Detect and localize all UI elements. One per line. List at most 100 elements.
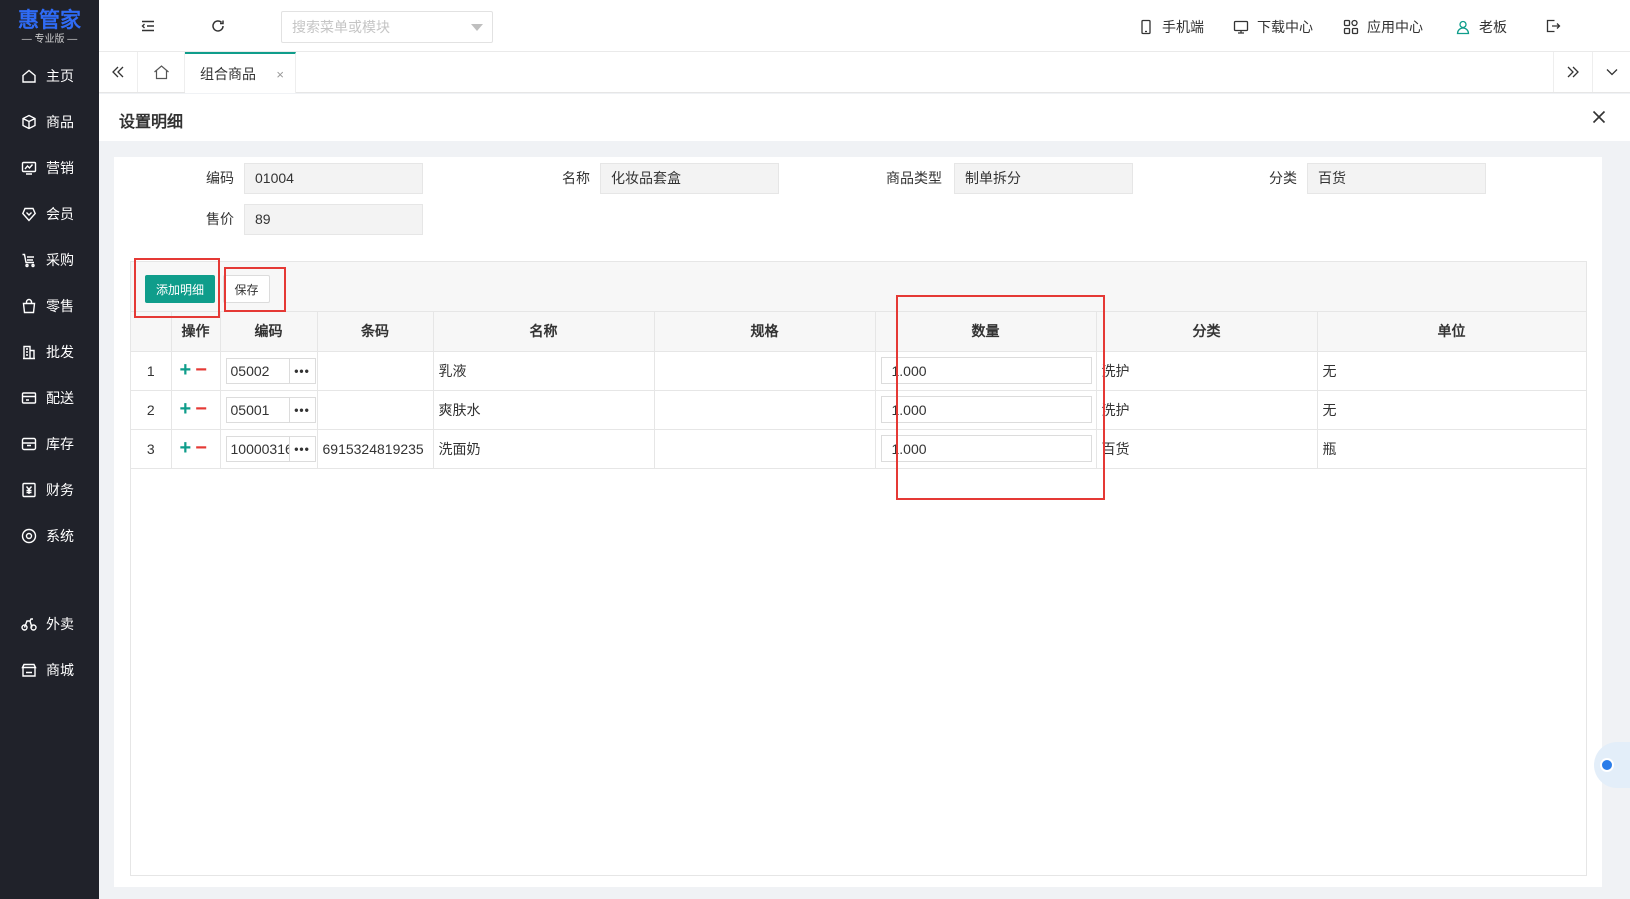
sidebar-item-purchase[interactable]: 采购 xyxy=(0,240,99,280)
code-field: 01004 xyxy=(244,163,423,194)
code-cell: ••• xyxy=(220,429,318,469)
table-row: 2 +− ••• 爽肤水 洗护 无 xyxy=(131,390,1587,430)
unit-cell: 瓶 xyxy=(1317,429,1587,469)
row-number: 2 xyxy=(131,390,172,430)
user-name: 老板 xyxy=(1479,19,1507,35)
unit-cell: 无 xyxy=(1317,390,1587,430)
column-header[interactable]: 编码 xyxy=(220,312,318,352)
name-field: 化妆品套盒 xyxy=(600,163,779,194)
mall-icon xyxy=(21,663,37,677)
column-header[interactable]: 数量 xyxy=(875,312,1097,352)
sidebar-item-inventory[interactable]: 库存 xyxy=(0,424,99,464)
sidebar: 惠管家 — 专业版 — 主页 商品 营销 会员 采购 零售 批发 配送 库存 财… xyxy=(0,0,99,899)
spec-cell xyxy=(654,351,876,391)
purchase-icon xyxy=(22,253,35,268)
home-icon xyxy=(22,69,36,83)
edition-label: — 专业版 — xyxy=(21,34,78,45)
apps-grid-icon xyxy=(1343,19,1359,35)
column-header xyxy=(131,312,172,352)
remove-row-icon[interactable]: − xyxy=(195,398,207,420)
remove-row-icon[interactable]: − xyxy=(195,437,207,459)
tab-scroll-right-icon[interactable] xyxy=(1553,52,1591,92)
menu-search-select[interactable] xyxy=(281,11,493,43)
refresh-icon[interactable] xyxy=(206,14,230,38)
quantity-input[interactable] xyxy=(880,357,1092,384)
sidebar-item-goods[interactable]: 商品 xyxy=(0,102,99,142)
tab-home[interactable] xyxy=(137,52,185,92)
add-detail-button[interactable]: 添加明细 xyxy=(145,275,215,303)
qty-cell xyxy=(875,390,1097,430)
chevron-down-icon[interactable] xyxy=(471,24,483,31)
sidebar-item-retail[interactable]: 零售 xyxy=(0,286,99,326)
detail-header: 设置明细 xyxy=(99,94,1630,141)
app-logo[interactable]: 惠管家 — 专业版 — xyxy=(12,8,87,46)
price-field: 89 xyxy=(244,204,423,235)
close-icon[interactable] xyxy=(1586,104,1612,130)
tab-scroll-left-icon[interactable] xyxy=(99,52,137,92)
sidebar-item-label: 营销 xyxy=(46,160,74,176)
add-row-icon[interactable]: + xyxy=(180,437,192,459)
category-cell: 百货 xyxy=(1096,429,1318,469)
wholesale-icon xyxy=(23,345,35,360)
detail-table: 操作 编码 条码 名称 规格 数量 分类 单位 1 +− ••• 乳液 xyxy=(131,312,1587,469)
category-field: 百货 xyxy=(1307,163,1486,194)
mobile-label: 手机端 xyxy=(1162,19,1204,35)
column-header[interactable]: 规格 xyxy=(654,312,876,352)
more-icon[interactable]: ••• xyxy=(288,435,316,462)
add-row-icon[interactable]: + xyxy=(180,398,192,420)
tab-close-icon[interactable]: × xyxy=(276,67,284,82)
spec-cell xyxy=(654,429,876,469)
more-icon[interactable]: ••• xyxy=(288,396,316,423)
column-header[interactable]: 条码 xyxy=(317,312,434,352)
code-input[interactable] xyxy=(225,357,289,384)
tab-menu-chevron-icon[interactable] xyxy=(1592,52,1630,92)
page-title: 设置明细 xyxy=(119,114,184,131)
sidebar-item-takeout[interactable]: 外卖 xyxy=(0,604,99,644)
sidebar-item-label: 系统 xyxy=(46,528,74,544)
remove-row-icon[interactable]: − xyxy=(195,359,207,381)
sidebar-item-system[interactable]: 系统 xyxy=(0,516,99,556)
qty-cell xyxy=(875,351,1097,391)
mobile-link[interactable]: 手机端 xyxy=(1138,16,1204,38)
column-header[interactable]: 单位 xyxy=(1317,312,1587,352)
row-number: 1 xyxy=(131,351,172,391)
quantity-input[interactable] xyxy=(880,396,1092,423)
code-input[interactable] xyxy=(225,396,289,423)
column-header[interactable]: 分类 xyxy=(1096,312,1318,352)
table-row: 1 +− ••• 乳液 洗护 无 xyxy=(131,351,1587,391)
sidebar-item-member[interactable]: 会员 xyxy=(0,194,99,234)
sidebar-item-label: 配送 xyxy=(46,390,74,406)
detail-grid: 添加明细 保存 操作 编码 条码 名称 规格 数量 分类 单位 1 + − 05… xyxy=(130,261,1587,876)
quantity-input[interactable] xyxy=(880,435,1092,462)
search-input[interactable] xyxy=(282,12,462,42)
sidebar-item-mall[interactable]: 商城 xyxy=(0,650,99,690)
sidebar-item-home[interactable]: 主页 xyxy=(0,56,99,96)
code-input[interactable] xyxy=(225,435,289,462)
sidebar-item-label: 商城 xyxy=(46,662,74,678)
app-center-link[interactable]: 应用中心 xyxy=(1343,16,1423,38)
sidebar-item-delivery[interactable]: 配送 xyxy=(0,378,99,418)
sidebar-item-finance[interactable]: 财务 xyxy=(0,470,99,510)
add-row-icon[interactable]: + xyxy=(180,359,192,381)
sidebar-item-marketing[interactable]: 营销 xyxy=(0,148,99,188)
sidebar-item-label: 财务 xyxy=(46,482,74,498)
price-label: 售价 xyxy=(206,211,234,227)
goods-type-field: 制单拆分 xyxy=(954,163,1133,194)
download-center-link[interactable]: 下载中心 xyxy=(1233,16,1313,38)
logout-icon[interactable] xyxy=(1541,14,1565,38)
marketing-icon xyxy=(21,161,37,175)
sidebar-item-label: 主页 xyxy=(46,68,74,84)
user-menu[interactable]: 老板 xyxy=(1455,16,1507,38)
more-icon[interactable]: ••• xyxy=(288,357,316,384)
takeout-icon xyxy=(21,618,37,631)
sidebar-item-wholesale[interactable]: 批发 xyxy=(0,332,99,372)
column-header[interactable]: 名称 xyxy=(433,312,655,352)
system-icon xyxy=(21,528,37,544)
sidebar-item-label: 零售 xyxy=(46,298,74,314)
spec-cell xyxy=(654,390,876,430)
monitor-icon xyxy=(1233,20,1249,34)
menu-collapse-icon[interactable] xyxy=(136,14,160,38)
save-button[interactable]: 保存 xyxy=(223,275,270,303)
tab-combo-goods[interactable]: 组合商品 × xyxy=(185,52,296,93)
user-icon xyxy=(1456,20,1470,35)
